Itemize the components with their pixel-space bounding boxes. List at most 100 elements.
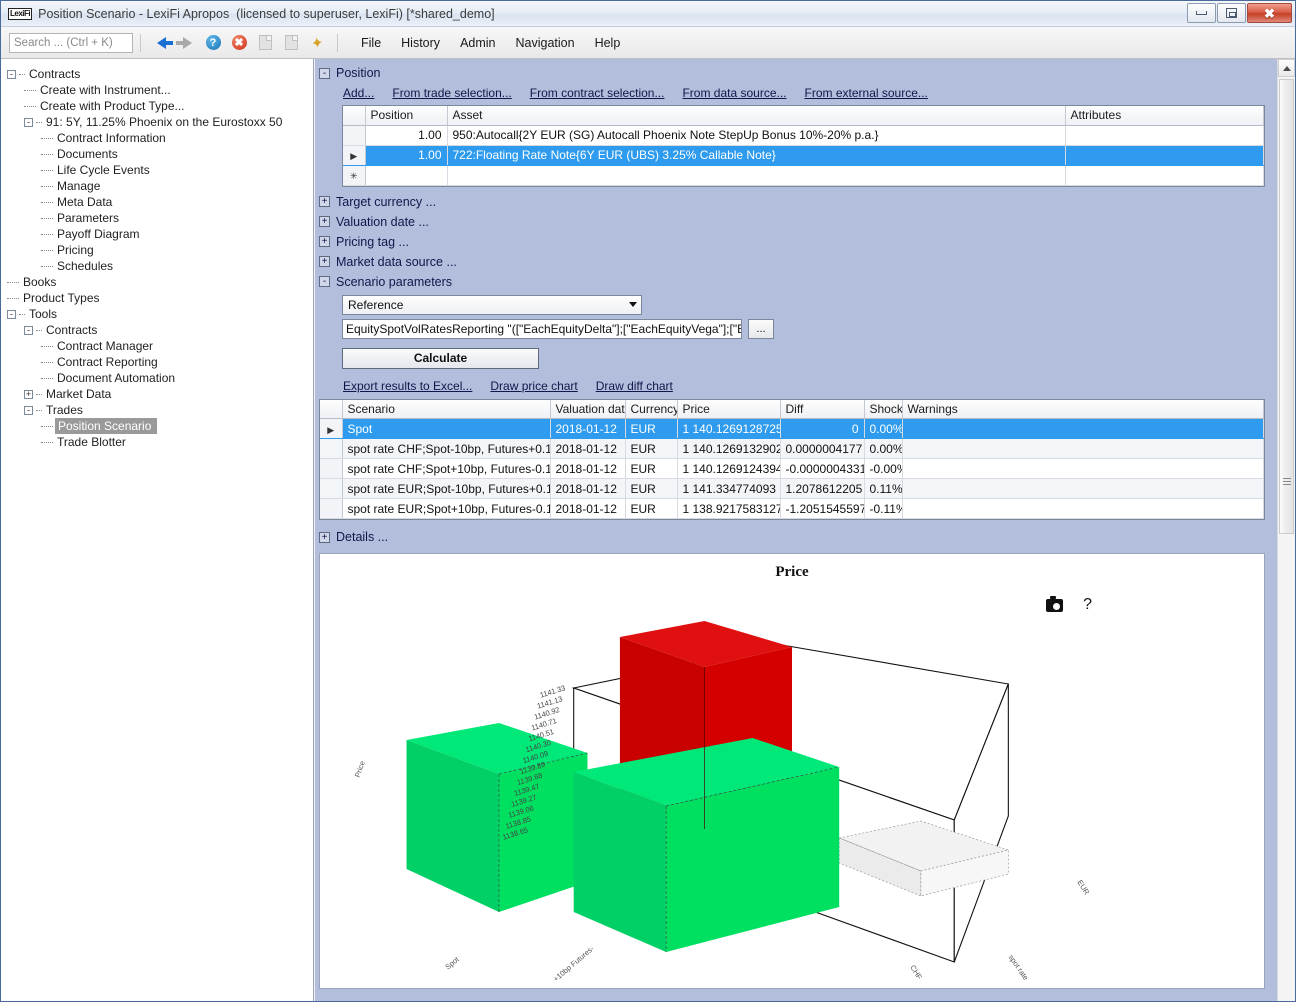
tree-item-payoff-diagram[interactable]: Payoff Diagram (7, 226, 313, 242)
column-header-position[interactable]: Position (365, 106, 448, 126)
section-header-target-currency[interactable]: + Target currency ... (315, 192, 1277, 212)
tree-item-91-5y-11-25-phoenix-on-the-eurostoxx-50[interactable]: - 91: 5Y, 11.25% Phoenix on the Eurostoxx… (7, 114, 313, 130)
tree-item-contracts[interactable]: - Contracts (7, 322, 313, 338)
expand-toggle-icon[interactable]: + (319, 196, 330, 207)
tree-item-market-data[interactable]: + Market Data (7, 386, 313, 402)
tree-item-create-with-instrument[interactable]: Create with Instrument... (7, 82, 313, 98)
calculate-button[interactable]: Calculate (342, 347, 539, 369)
from-contract-selection-link[interactable]: From contract selection... (530, 86, 665, 100)
column-header-price[interactable]: Price (677, 399, 781, 419)
chart-panel: Price ? 1141.33 1141.13 1140.92 1140.71 … (319, 553, 1265, 989)
magic-wand-icon[interactable]: ✦ (307, 33, 327, 53)
column-header-currency[interactable]: Currency (625, 399, 678, 419)
minimize-button[interactable] (1187, 3, 1216, 23)
stop-circle-icon[interactable]: ✖ (229, 33, 249, 53)
collapse-toggle-icon[interactable]: - (24, 117, 33, 127)
column-header-valuation-date[interactable]: Valuation date (550, 399, 626, 419)
collapse-toggle-icon[interactable]: - (24, 405, 33, 415)
application-window: LexiFi Position Scenario - LexiFi Apropo… (0, 0, 1296, 1002)
results-row[interactable]: spot rate CHF;Spot-10bp, Futures+0.1% 201… (320, 438, 1264, 459)
position-grid[interactable]: Position Asset Attributes 1.00 950:Autocall… (342, 105, 1265, 187)
scenario-expression-input[interactable]: EquitySpotVolRatesReporting "(["EachEqui… (342, 318, 742, 339)
tree-item-create-with-product-type[interactable]: Create with Product Type... (7, 98, 313, 114)
menu-item-file[interactable]: File (351, 32, 391, 54)
section-title: Valuation date ... (336, 214, 429, 229)
results-grid[interactable]: Scenario Valuation date Currency Price Diff S… (319, 398, 1265, 520)
draw-diff-chart-link[interactable]: Draw diff chart (596, 379, 673, 393)
collapse-toggle-icon[interactable]: - (7, 309, 16, 319)
tree-item-schedules[interactable]: Schedules (7, 258, 313, 274)
column-header-asset[interactable]: Asset (447, 106, 1066, 126)
y-axis-tick: EUR (1075, 878, 1091, 897)
results-row[interactable]: spot rate EUR;Spot-10bp, Futures+0.1% 201… (320, 478, 1264, 499)
position-row[interactable]: ▶ 1.00 722:Floating Rate Note{6Y EUR (UBS)… (343, 145, 1264, 166)
tree-item-parameters[interactable]: Parameters (7, 210, 313, 226)
restore-button[interactable] (1217, 3, 1246, 23)
x-axis-tick: Spot (443, 955, 460, 972)
expand-toggle-icon[interactable]: + (319, 531, 330, 543)
results-row[interactable]: ▶ Spot 2018-01-12 EUR 1 140.1269128725 0 0.00% (320, 418, 1264, 439)
export-to-excel-link[interactable]: Export results to Excel... (343, 379, 472, 393)
browse-expression-button[interactable]: ... (748, 318, 774, 339)
tree-item-contracts[interactable]: - Contracts (7, 66, 313, 82)
menu-item-admin[interactable]: Admin (450, 32, 505, 54)
section-header-market-data-source[interactable]: + Market data source ... (315, 252, 1277, 272)
menu-item-help[interactable]: Help (585, 32, 631, 54)
position-section-header[interactable]: - Position (315, 63, 1277, 83)
tree-item-books[interactable]: Books (7, 274, 313, 290)
from-external-source-link[interactable]: From external source... (805, 86, 928, 100)
collapse-toggle-icon[interactable]: - (24, 325, 33, 335)
tree-item-contract-information[interactable]: Contract Information (7, 130, 313, 146)
position-row[interactable]: ✳ (343, 165, 1264, 186)
tree-item-document-automation[interactable]: Document Automation (7, 370, 313, 386)
vertical-scrollbar[interactable] (1277, 59, 1295, 1001)
back-arrow-icon[interactable] (151, 33, 173, 53)
tree-item-life-cycle-events[interactable]: Life Cycle Events (7, 162, 313, 178)
search-input[interactable]: Search ... (Ctrl + K) (9, 32, 133, 53)
collapse-toggle-icon[interactable]: - (319, 67, 330, 79)
column-header-scenario[interactable]: Scenario (342, 399, 551, 419)
forward-arrow-icon[interactable] (175, 33, 197, 53)
navigation-tree[interactable]: - Contracts Create with Instrument... Creat… (1, 59, 314, 1001)
tree-item-contract-manager[interactable]: Contract Manager (7, 338, 313, 354)
menu-item-history[interactable]: History (391, 32, 450, 54)
close-button[interactable]: ✖ (1247, 3, 1292, 23)
position-row[interactable]: 1.00 950:Autocall{2Y EUR (SG) Autocall Ph… (343, 125, 1264, 146)
menu-item-navigation[interactable]: Navigation (506, 32, 585, 54)
results-row[interactable]: spot rate EUR;Spot+10bp, Futures-0.1% 201… (320, 498, 1264, 519)
column-header-diff[interactable]: Diff (780, 399, 865, 419)
tree-item-meta-data[interactable]: Meta Data (7, 194, 313, 210)
draw-price-chart-link[interactable]: Draw price chart (490, 379, 577, 393)
scroll-up-arrow-icon[interactable] (1278, 59, 1295, 77)
expand-toggle-icon[interactable]: + (319, 216, 330, 227)
collapse-toggle-icon[interactable]: - (7, 69, 16, 79)
scrollbar-thumb[interactable] (1279, 79, 1294, 534)
tree-item-documents[interactable]: Documents (7, 146, 313, 162)
tree-item-contract-reporting[interactable]: Contract Reporting (7, 354, 313, 370)
tree-item-trade-blotter[interactable]: Trade Blotter (7, 434, 313, 450)
scenario-dropdown[interactable]: Reference (342, 294, 642, 315)
column-header-warnings[interactable]: Warnings (902, 399, 1264, 419)
section-header-pricing-tag[interactable]: + Pricing tag ... (315, 232, 1277, 252)
scenario-parameters-header[interactable]: - Scenario parameters (315, 272, 1277, 292)
expand-toggle-icon[interactable]: + (24, 389, 33, 399)
tree-item-position-scenario[interactable]: Position Scenario (7, 418, 313, 434)
column-header-shock[interactable]: Shock (864, 399, 903, 419)
tree-item-tools[interactable]: - Tools (7, 306, 313, 322)
tree-item-manage[interactable]: Manage (7, 178, 313, 194)
expand-toggle-icon[interactable]: + (319, 256, 330, 267)
tree-item-product-types[interactable]: Product Types (7, 290, 313, 306)
tree-item-pricing[interactable]: Pricing (7, 242, 313, 258)
chevron-down-icon[interactable] (624, 296, 641, 314)
results-row[interactable]: spot rate CHF;Spot+10bp, Futures-0.1% 201… (320, 458, 1264, 479)
add-link[interactable]: Add... (343, 86, 374, 100)
details-section-header[interactable]: + Details ... (315, 527, 1277, 547)
help-circle-icon[interactable]: ? (203, 33, 223, 53)
collapse-toggle-icon[interactable]: - (319, 276, 330, 287)
expand-toggle-icon[interactable]: + (319, 236, 330, 247)
from-data-source-link[interactable]: From data source... (682, 86, 786, 100)
column-header-attributes[interactable]: Attributes (1065, 106, 1264, 126)
section-header-valuation-date[interactable]: + Valuation date ... (315, 212, 1277, 232)
tree-item-trades[interactable]: - Trades (7, 402, 313, 418)
from-trade-selection-link[interactable]: From trade selection... (392, 86, 511, 100)
